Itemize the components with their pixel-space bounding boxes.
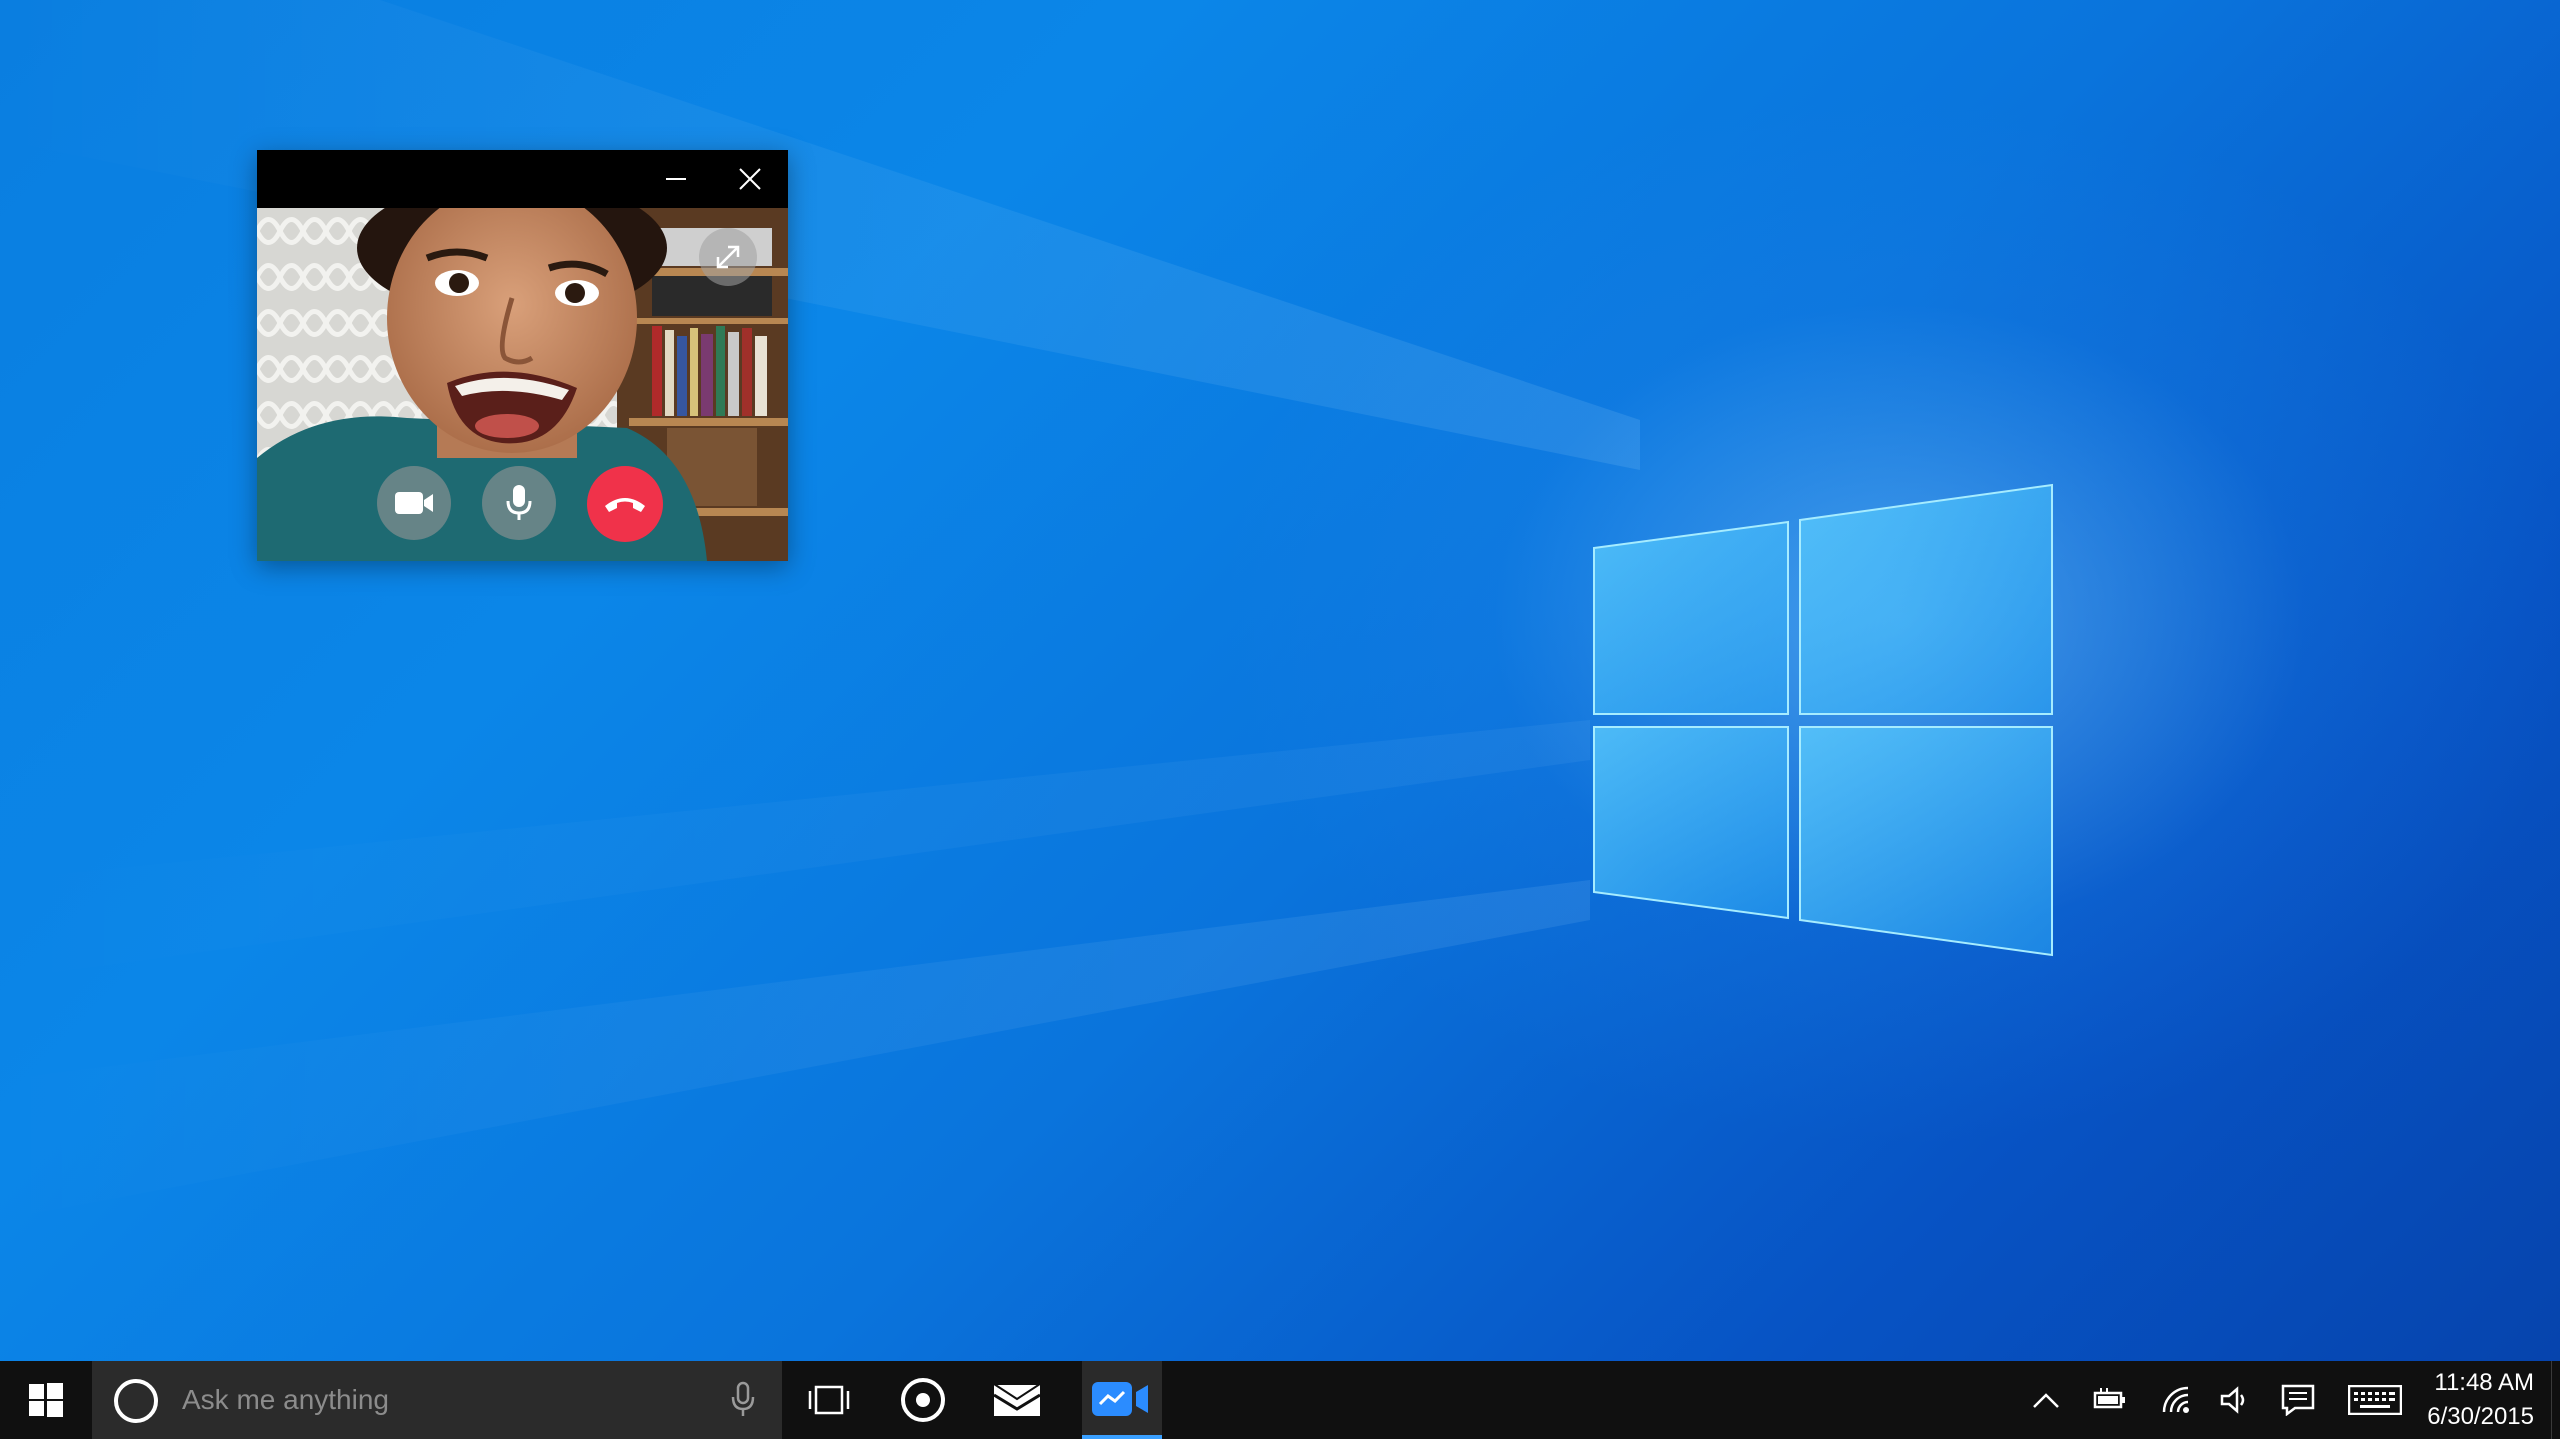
clock-date: 6/30/2015 (2427, 1403, 2534, 1430)
video-call-window[interactable] (257, 150, 788, 561)
microphone-icon (506, 485, 532, 520)
groove-music-button[interactable] (881, 1361, 965, 1439)
action-center-button[interactable] (2270, 1361, 2326, 1439)
start-button[interactable] (0, 1361, 92, 1439)
expand-button[interactable] (699, 228, 757, 286)
end-call-button[interactable] (587, 466, 663, 542)
messaging-video-button[interactable] (1082, 1361, 1162, 1439)
groove-music-icon (901, 1378, 945, 1422)
chevron-up-icon (2033, 1393, 2059, 1408)
hang-up-icon (605, 498, 645, 512)
camera-toggle-button[interactable] (377, 466, 451, 540)
cortana-icon (114, 1379, 158, 1423)
messaging-video-icon (1092, 1382, 1148, 1416)
network-button[interactable] (2148, 1361, 2204, 1439)
show-hidden-icons-button[interactable] (2018, 1361, 2074, 1439)
task-view-icon (808, 1385, 850, 1415)
mute-microphone-button[interactable] (482, 466, 556, 540)
title-bar[interactable] (257, 150, 788, 208)
touch-keyboard-button[interactable] (2340, 1361, 2410, 1439)
active-app-indicator (1082, 1435, 1162, 1439)
windows-logo-icon (29, 1383, 63, 1417)
close-button[interactable] (718, 150, 782, 208)
keyboard-icon (2348, 1385, 2402, 1415)
battery-button[interactable] (2082, 1361, 2138, 1439)
expand-icon (716, 245, 740, 269)
search-placeholder[interactable]: Ask me anything (182, 1361, 389, 1439)
microphone-icon[interactable] (730, 1381, 756, 1419)
system-clock[interactable]: 11:48 AM 6/30/2015 (2416, 1361, 2548, 1439)
battery-icon (2093, 1388, 2125, 1409)
cortana-search-box[interactable]: Ask me anything (92, 1361, 782, 1439)
task-view-button[interactable] (787, 1361, 871, 1439)
close-icon (739, 168, 761, 190)
video-camera-icon (395, 492, 433, 514)
volume-button[interactable] (2208, 1361, 2264, 1439)
show-desktop-button[interactable] (2551, 1361, 2560, 1439)
notification-icon (2281, 1384, 2315, 1416)
wifi-icon (2162, 1386, 2189, 1413)
minimize-button[interactable] (644, 150, 708, 208)
mail-button[interactable] (975, 1361, 1059, 1439)
mail-icon (993, 1383, 1041, 1416)
speaker-icon (2220, 1386, 2245, 1414)
taskbar: Ask me anything 11:48 AM 6/30/2015 (0, 1361, 2560, 1439)
minimize-icon (666, 178, 686, 180)
video-feed (257, 208, 788, 561)
clock-time: 11:48 AM (2434, 1369, 2534, 1396)
